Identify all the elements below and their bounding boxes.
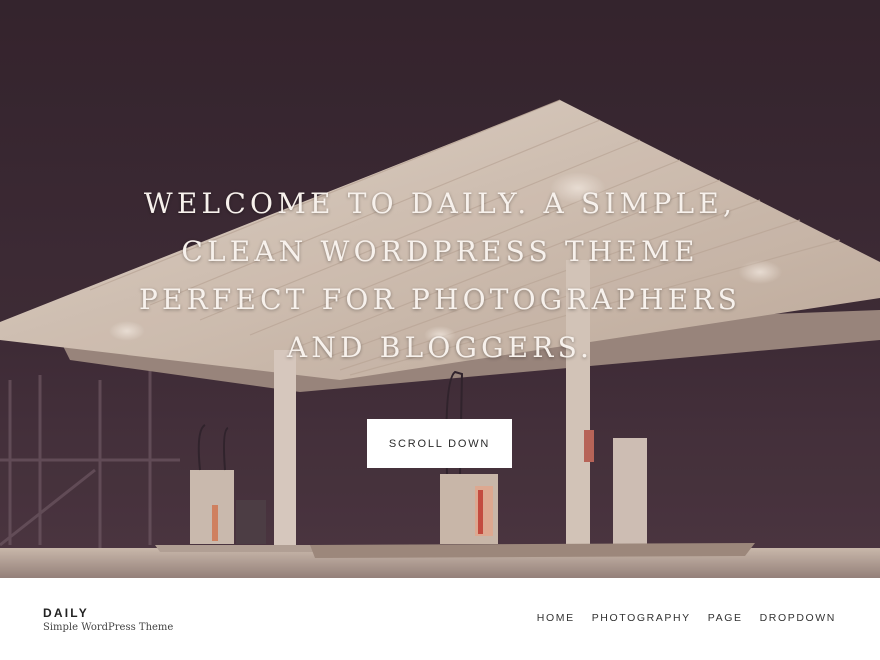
site-tagline: Simple WordPress Theme (43, 622, 174, 633)
site-title[interactable]: DAILY (43, 606, 89, 620)
nav-item-page[interactable]: PAGE (708, 612, 743, 624)
site-header-bar: DAILY Simple WordPress Theme HOME PHOTOG… (0, 578, 880, 660)
hero-headline: Welcome to Daily. A simple, clean WordPr… (138, 187, 742, 364)
hero-section: Welcome to Daily. A simple, clean WordPr… (0, 0, 880, 578)
scroll-down-button[interactable]: Scroll Down (367, 419, 512, 468)
nav-item-photography[interactable]: PHOTOGRAPHY (592, 612, 691, 624)
nav-item-dropdown[interactable]: DROPDOWN (760, 612, 836, 624)
nav-item-home[interactable]: HOME (537, 612, 575, 624)
main-navigation: HOME PHOTOGRAPHY PAGE DROPDOWN (537, 612, 836, 624)
